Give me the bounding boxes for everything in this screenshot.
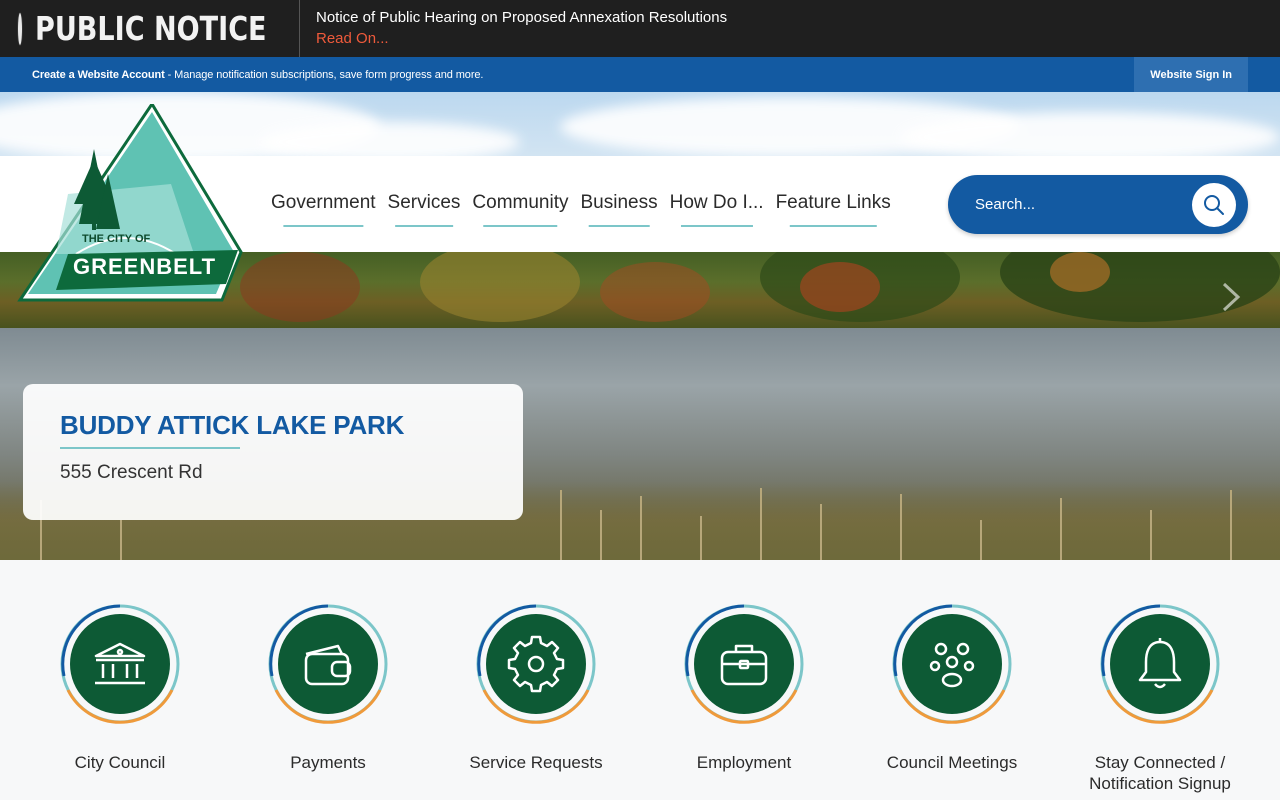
- nav-how-do-i[interactable]: How Do I...: [664, 183, 770, 223]
- quick-link-ring: [476, 604, 596, 724]
- search-icon: [1204, 194, 1224, 215]
- nav-business[interactable]: Business: [574, 183, 663, 223]
- quick-link-payments[interactable]: Payments: [228, 604, 428, 773]
- quick-link-ring: [268, 604, 388, 724]
- account-text: Create a Website Account - Manage notifi…: [0, 69, 483, 81]
- search-input[interactable]: [948, 196, 1188, 213]
- account-bar: Create a Website Account - Manage notifi…: [0, 57, 1280, 92]
- quick-links: City Council Payments Service Requests E…: [0, 560, 1280, 800]
- main-navigation: Government Services Community Business H…: [265, 156, 897, 252]
- slide-caption: BUDDY ATTICK LAKE PARK 555 Crescent Rd: [23, 384, 523, 520]
- quick-link-label: Service Requests: [469, 753, 603, 772]
- quick-link-stay-connected[interactable]: Stay Connected / Notification Signup: [1060, 604, 1260, 794]
- alert-headline: Notice of Public Hearing on Proposed Ann…: [316, 8, 728, 26]
- nav-feature-links[interactable]: Feature Links: [770, 183, 897, 223]
- slide-subtitle: 555 Crescent Rd: [60, 462, 203, 483]
- public-notice-bar: PUBLIC NOTICE Notice of Public Hearing o…: [0, 0, 1280, 57]
- quick-link-ring: [892, 604, 1012, 724]
- nav-services[interactable]: Services: [382, 183, 467, 223]
- quick-link-label: Employment: [696, 753, 792, 772]
- slide-next-chevron-icon[interactable]: [1220, 282, 1242, 312]
- quick-link-ring: [684, 604, 804, 724]
- quick-link-ring: [1100, 604, 1220, 724]
- nav-community[interactable]: Community: [466, 183, 574, 223]
- search-button[interactable]: [1192, 182, 1236, 227]
- alert-read-on-link[interactable]: Read On...: [316, 28, 727, 50]
- quick-link-label: Payments: [290, 753, 366, 772]
- alert-dot-icon: [18, 12, 22, 45]
- quick-link-employment[interactable]: Employment: [644, 604, 844, 773]
- quick-link-label: Council Meetings: [886, 753, 1018, 772]
- logo-line1: THE CITY OF: [82, 233, 151, 245]
- slide-title-rule: [60, 447, 240, 449]
- nav-government[interactable]: Government: [265, 183, 382, 223]
- public-notice-title: PUBLIC NOTICE: [35, 9, 267, 48]
- create-account-link[interactable]: Create a Website Account: [32, 69, 165, 81]
- slide-title: BUDDY ATTICK LAKE PARK: [60, 410, 405, 440]
- quick-link-city-council[interactable]: City Council: [20, 604, 220, 773]
- city-logo[interactable]: THE CITY OF GREENBELT: [16, 104, 244, 304]
- quick-link-council-meetings[interactable]: Council Meetings: [852, 604, 1052, 773]
- public-notice-badge: PUBLIC NOTICE: [0, 0, 300, 57]
- account-description: - Manage notification subscriptions, sav…: [164, 68, 484, 81]
- alert-content: Notice of Public Hearing on Proposed Ann…: [316, 8, 727, 50]
- logo-line2: GREENBELT: [73, 254, 216, 279]
- search-box: [948, 175, 1248, 234]
- quick-link-label: Stay Connected / Notification Signup: [1089, 753, 1231, 793]
- quick-link-label: City Council: [74, 753, 166, 772]
- quick-link-service-requests[interactable]: Service Requests: [436, 604, 636, 773]
- website-sign-in-button[interactable]: Website Sign In: [1134, 57, 1248, 92]
- quick-link-ring: [60, 604, 180, 724]
